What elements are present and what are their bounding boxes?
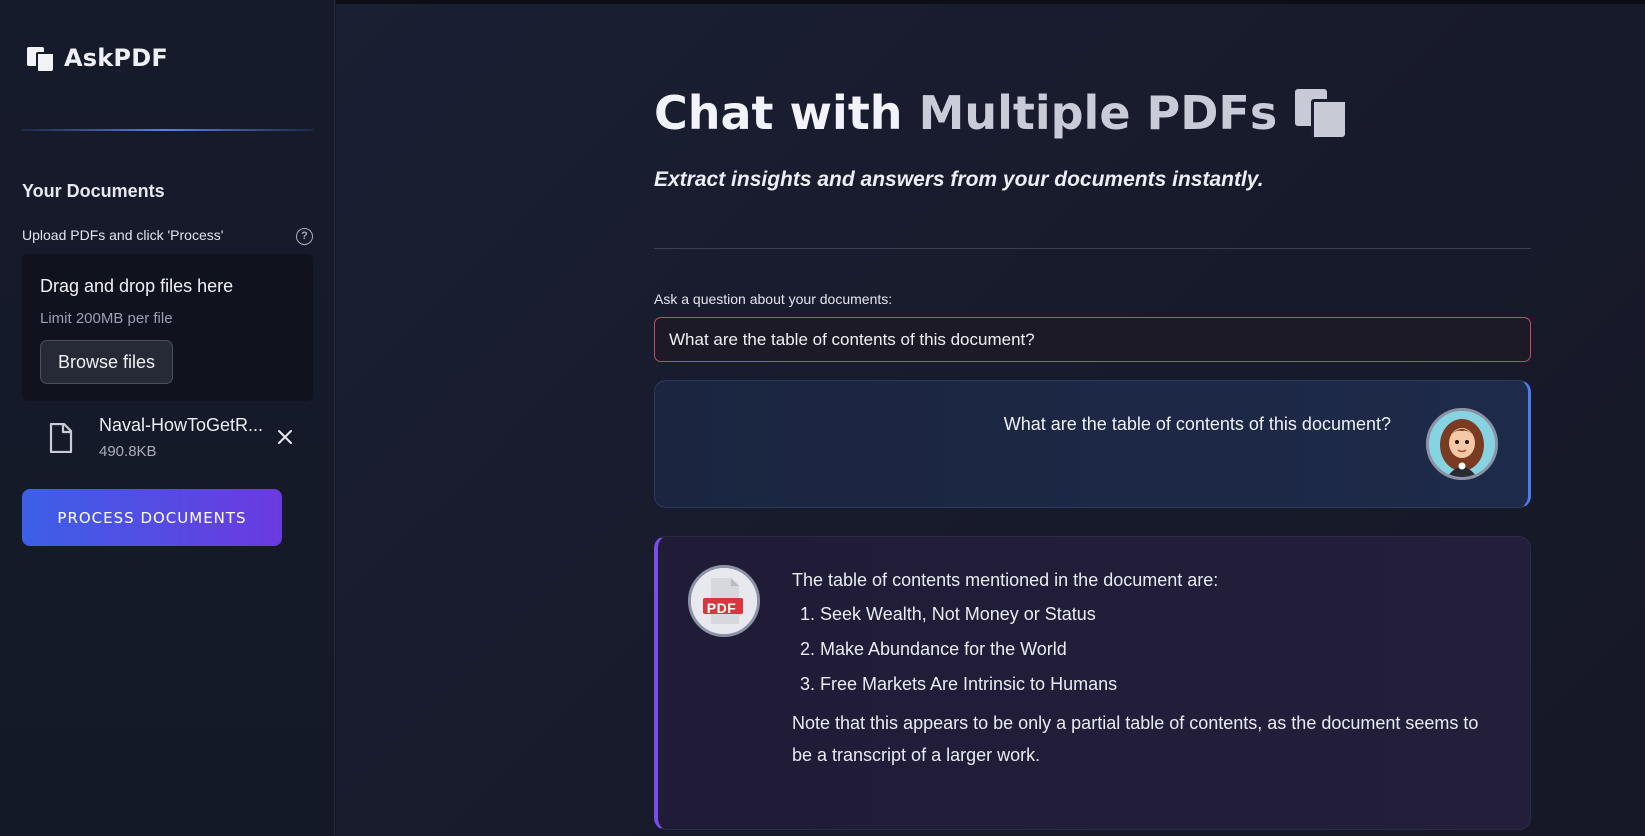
main-content: Chat with Multiple PDFs Extract insights… (336, 0, 1645, 836)
file-size: 490.8KB (99, 443, 157, 460)
brand: AskPDF (27, 44, 168, 72)
page-subtitle: Extract insights and answers from your d… (654, 168, 1264, 191)
pdf-label: PDF (706, 600, 737, 616)
list-item: Seek Wealth, Not Money or Status (820, 601, 1482, 627)
file-name: Naval-HowToGetR... (99, 415, 264, 435)
upload-label: Upload PDFs and click 'Process' (22, 227, 224, 243)
top-bar (336, 0, 1645, 4)
title-prefix: Chat with (654, 86, 903, 140)
contents-list: Seek Wealth, Not Money or Status Make Ab… (792, 601, 1482, 697)
section-title: Your Documents (22, 181, 165, 201)
divider (654, 248, 1531, 249)
dropzone-limit: Limit 200MB per file (40, 310, 173, 327)
user-message: What are the table of contents of this d… (654, 380, 1531, 508)
dropzone-title: Drag and drop files here (40, 276, 234, 296)
documents-logo-icon (27, 44, 55, 72)
answer-note: Note that this appears to be only a part… (792, 713, 1479, 765)
pdf-avatar: PDF (688, 565, 760, 637)
uploaded-file: Naval-HowToGetR... 490.8KB (48, 415, 318, 465)
question-input[interactable] (654, 317, 1531, 362)
file-dropzone[interactable]: Drag and drop files here Limit 200MB per… (22, 254, 313, 401)
close-icon[interactable] (274, 426, 296, 448)
browse-files-button[interactable]: Browse files (40, 340, 173, 384)
brand-name: AskPDF (64, 44, 168, 72)
question-label: Ask a question about your documents: (654, 291, 893, 307)
title-highlight: Multiple PDFs (918, 86, 1278, 140)
app-root: AskPDF Your Documents Upload PDFs and cl… (0, 0, 1645, 836)
help-icon[interactable]: ? (296, 228, 313, 245)
sidebar: AskPDF Your Documents Upload PDFs and cl… (0, 0, 335, 836)
brand-divider (22, 129, 313, 131)
file-icon (49, 423, 73, 453)
assistant-message-text: The table of contents mentioned in the d… (792, 567, 1482, 771)
answer-intro: The table of contents mentioned in the d… (792, 570, 1219, 590)
page-title: Chat with Multiple PDFs (654, 86, 1347, 140)
documents-icon (1295, 89, 1347, 137)
assistant-message: PDF The table of contents mentioned in t… (654, 536, 1531, 830)
list-item: Make Abundance for the World (820, 636, 1482, 662)
process-documents-button[interactable]: PROCESS DOCUMENTS (22, 489, 282, 546)
list-item: Free Markets Are Intrinsic to Humans (820, 671, 1482, 697)
user-message-text: What are the table of contents of this d… (1003, 414, 1391, 434)
user-avatar-icon (1429, 411, 1495, 477)
user-avatar (1426, 408, 1498, 480)
